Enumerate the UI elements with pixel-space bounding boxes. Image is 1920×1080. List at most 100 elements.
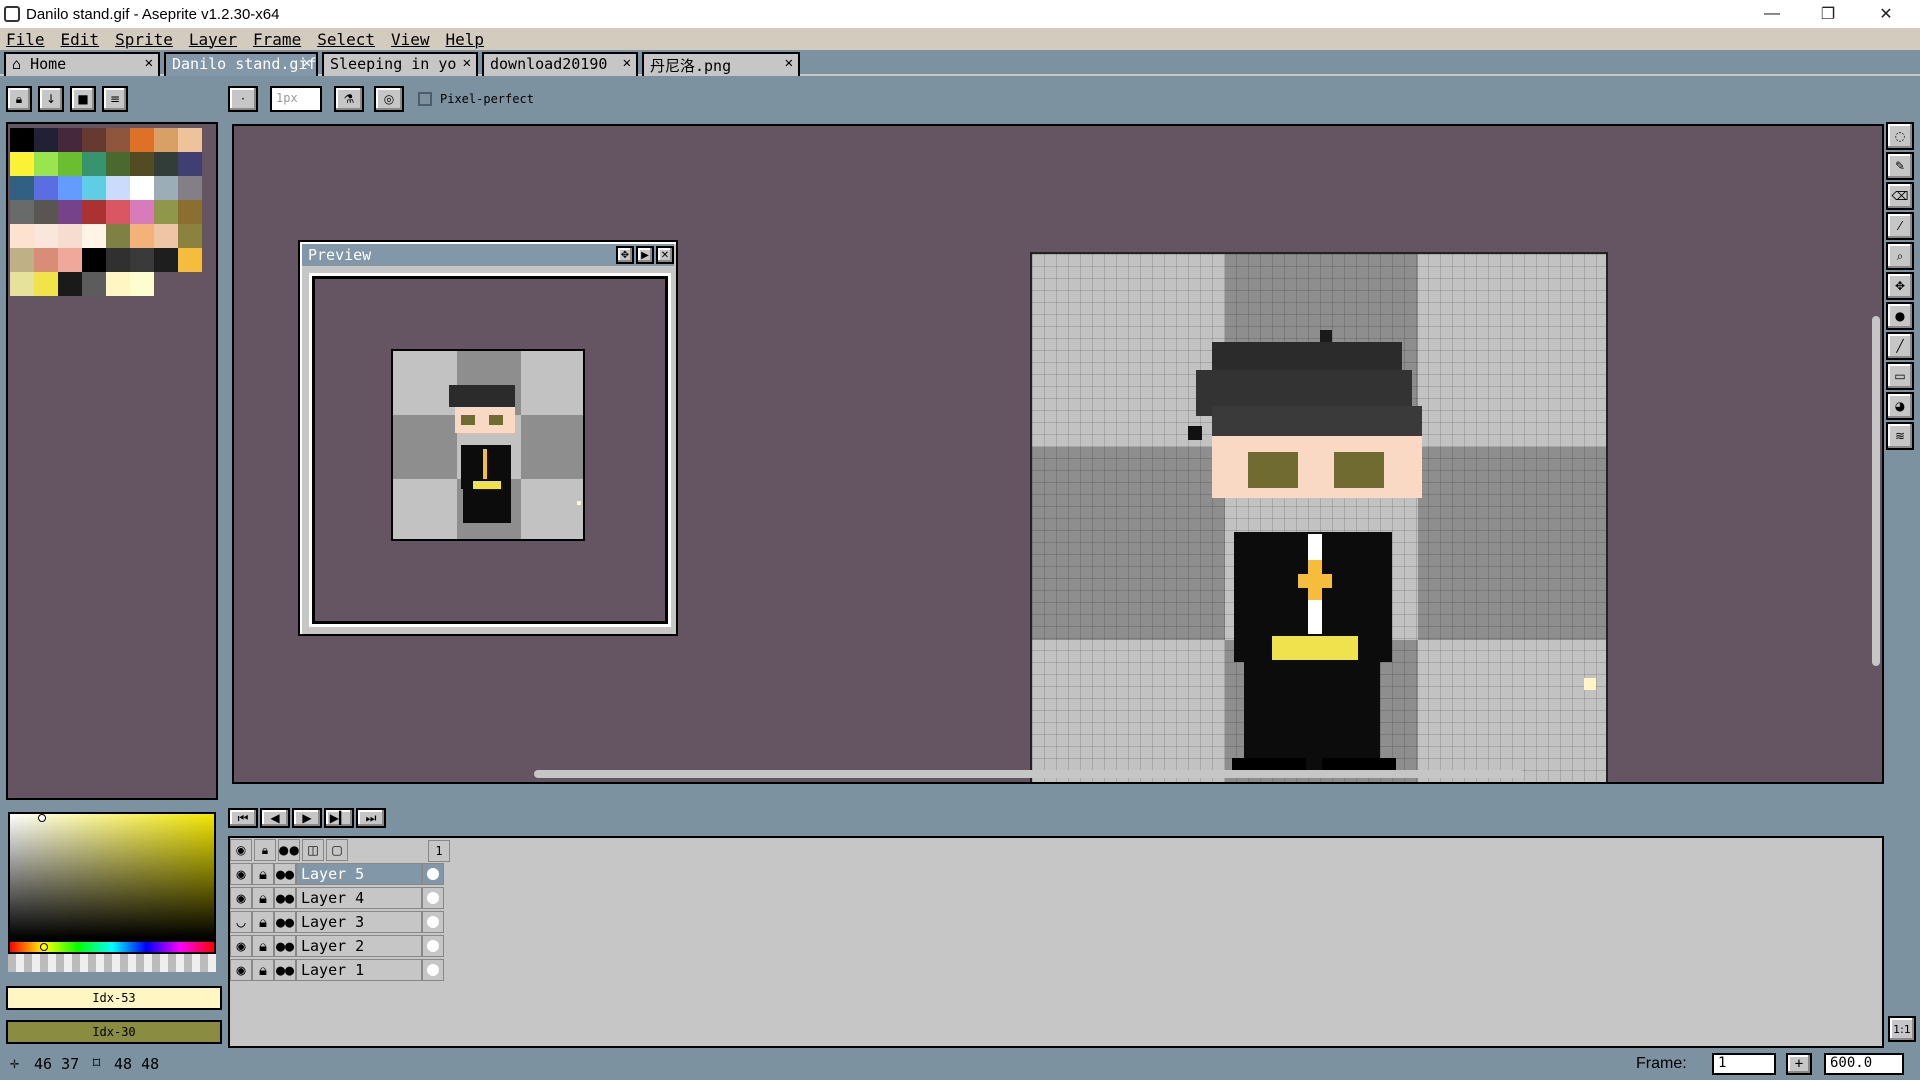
horizontal-scrollbar[interactable] [534,770,1524,778]
continuous-icon[interactable]: ●● [274,863,296,885]
eraser-tool-button[interactable]: ⌫ [1886,182,1914,210]
contour-tool-button[interactable]: ◕ [1886,392,1914,420]
palette-swatch[interactable] [58,248,82,272]
palette-swatch[interactable] [130,200,154,224]
palette-swatch[interactable] [34,248,58,272]
palette-swatch[interactable] [10,224,34,248]
palette-swatch[interactable] [10,248,34,272]
last-frame-button[interactable]: ⏭ [356,808,386,828]
tab-png[interactable]: 丹尼洛.png ✕ [642,52,800,76]
cel-icon[interactable] [422,935,444,957]
palette-swatch[interactable] [106,272,130,296]
alpha-slider[interactable] [8,954,216,972]
palette-swatch[interactable] [106,176,130,200]
ink-type-button[interactable]: ⚗ [334,86,364,112]
palette-swatch[interactable] [58,224,82,248]
tab-close-icon[interactable]: ✕ [623,55,631,71]
palette-swatch[interactable] [82,200,106,224]
palette-swatch[interactable] [58,176,82,200]
layer-name[interactable]: Layer 2 [296,935,422,957]
palette-swatch[interactable] [10,200,34,224]
palette-swatch[interactable] [58,200,82,224]
palette-swatch[interactable] [82,224,106,248]
palette-swatch[interactable] [82,248,106,272]
eye-closed-icon[interactable]: ◡ [230,911,252,933]
palette-swatch[interactable] [130,176,154,200]
menu-view[interactable]: View [391,30,430,49]
eye-icon[interactable]: ◉ [230,887,252,909]
continuous-icon[interactable]: ●● [274,887,296,909]
palette-swatch[interactable] [130,272,154,296]
menu-file[interactable]: File [6,30,45,49]
menu-select[interactable]: Select [317,30,375,49]
palette-swatch[interactable] [82,128,106,152]
preview-close-button[interactable]: ✕ [656,246,674,264]
continuous-icon[interactable]: ●● [274,935,296,957]
brush-type-button[interactable]: · [228,86,258,112]
blur-tool-button[interactable]: ≋ [1886,422,1914,450]
lock-icon[interactable]: 🔒︎ [252,863,274,885]
layer-name[interactable]: Layer 1 [296,959,422,981]
lock-icon[interactable]: 🔒︎ [252,959,274,981]
tab-close-icon[interactable]: ✕ [785,55,793,71]
eyedropper-tool-button[interactable]: ⁄ [1886,212,1914,240]
palette-swatch[interactable] [58,152,82,176]
palette-swatch[interactable] [130,128,154,152]
sprite-canvas[interactable] [1030,252,1608,782]
preview-play-button[interactable]: ▶ [636,246,654,264]
color-picker-cursor[interactable] [38,814,46,822]
palette-swatch[interactable] [82,176,106,200]
minimize-button[interactable]: — [1744,0,1800,28]
palette-swatch[interactable] [34,224,58,248]
previous-frame-button[interactable]: ◀ [260,808,290,828]
palette-swatch[interactable] [154,128,178,152]
layer-name[interactable]: Layer 3 [296,911,422,933]
palette-swatch[interactable] [10,128,34,152]
cel-icon[interactable] [422,959,444,981]
palette-swatch[interactable] [34,200,58,224]
palette-swatch[interactable] [178,248,202,272]
menu-help[interactable]: Help [446,30,485,49]
palette-swatch[interactable] [106,200,130,224]
lock-palette-button[interactable]: 🔒︎ [6,86,32,112]
eye-icon[interactable]: ◉ [230,839,252,861]
color-picker-sv-box[interactable] [8,812,216,940]
layer-row-5[interactable]: ◉ 🔒︎ ●● Layer 5 [230,862,444,886]
palette-swatch[interactable] [106,248,130,272]
tab-home[interactable]: ⌂ Home ✕ [4,52,160,76]
palette-swatch[interactable] [178,200,202,224]
palette-swatch[interactable] [34,128,58,152]
dynamics-button[interactable]: ◎ [374,86,404,112]
palette-swatch[interactable] [106,128,130,152]
brush-size-input[interactable]: 1px [270,86,322,112]
tab-close-icon[interactable]: ✕ [303,55,311,71]
layer-name[interactable]: Layer 5 [296,863,422,885]
layer-row-4[interactable]: ◉ 🔒︎ ●● Layer 4 [230,886,444,910]
timeline-zoom-1-1-button[interactable]: 1:1 [1888,1016,1916,1042]
palette-swatch[interactable] [178,128,202,152]
menu-layer[interactable]: Layer [189,30,237,49]
line-tool-button[interactable]: ╱ [1886,332,1914,360]
hue-slider-handle[interactable] [40,943,48,951]
palette-swatch[interactable] [82,272,106,296]
vertical-scrollbar[interactable] [1872,316,1880,666]
restore-button[interactable]: ❐ [1800,0,1856,28]
layer-row-2[interactable]: ◉ 🔒︎ ●● Layer 2 [230,934,444,958]
palette-swatch[interactable] [10,272,34,296]
menu-frame[interactable]: Frame [253,30,301,49]
lock-icon[interactable]: 🔒︎ [254,839,276,861]
next-frame-button[interactable]: ▶▎ [324,808,354,828]
play-button[interactable]: ▶ [292,808,322,828]
close-button[interactable]: ✕ [1858,0,1914,28]
palette-swatch[interactable] [58,272,82,296]
tab-sleeping[interactable]: Sleeping in yo ✕ [322,52,478,76]
continuous-icon[interactable]: ●● [274,911,296,933]
palette-swatch[interactable] [34,272,58,296]
eye-icon[interactable]: ◉ [230,935,252,957]
preview-window[interactable]: Preview ✥ ▶ ✕ [298,240,678,636]
cel-icon[interactable] [422,911,444,933]
palette-swatch[interactable] [34,176,58,200]
eye-icon[interactable]: ◉ [230,959,252,981]
move-tool-button[interactable]: ✥ [1886,272,1914,300]
eye-icon[interactable]: ◉ [230,863,252,885]
